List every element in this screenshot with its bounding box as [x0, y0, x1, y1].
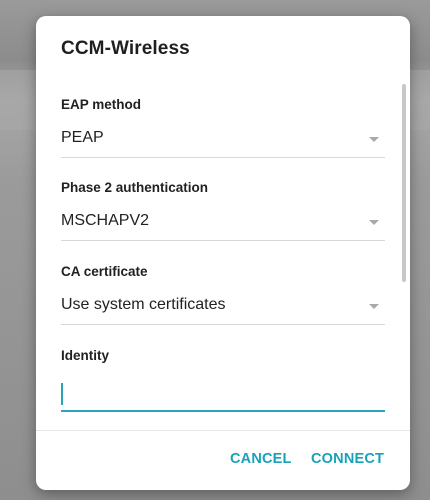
eap-method-label: EAP method [61, 97, 142, 112]
button-divider [36, 430, 410, 431]
dropdown-caret-icon [369, 220, 379, 225]
eap-method-dropdown[interactable]: PEAP [61, 123, 385, 158]
background-strip [0, 70, 36, 130]
ca-certificate-value: Use system certificates [61, 296, 226, 313]
background-strip [410, 70, 430, 130]
connect-button[interactable]: CONNECT [311, 451, 384, 467]
phase2-auth-label: Phase 2 authentication [61, 180, 209, 195]
dropdown-caret-icon [369, 304, 379, 309]
dropdown-caret-icon [369, 137, 379, 142]
identity-label: Identity [61, 348, 110, 363]
text-cursor [61, 383, 63, 405]
form-scroll-area[interactable]: EAP method PEAP Phase 2 authentication M… [36, 76, 410, 428]
identity-input[interactable] [61, 378, 385, 412]
phase2-auth-dropdown[interactable]: MSCHAPV2 [61, 206, 385, 241]
scrollbar[interactable] [402, 84, 406, 282]
eap-method-value: PEAP [61, 129, 104, 146]
ca-certificate-label: CA certificate [61, 264, 148, 279]
wifi-config-dialog: CCM-Wireless EAP method PEAP Phase 2 aut… [36, 16, 410, 490]
phase2-auth-value: MSCHAPV2 [61, 212, 150, 229]
ca-certificate-dropdown[interactable]: Use system certificates [61, 290, 385, 325]
dialog-title: CCM-Wireless [61, 38, 190, 59]
cancel-button[interactable]: CANCEL [230, 451, 292, 467]
